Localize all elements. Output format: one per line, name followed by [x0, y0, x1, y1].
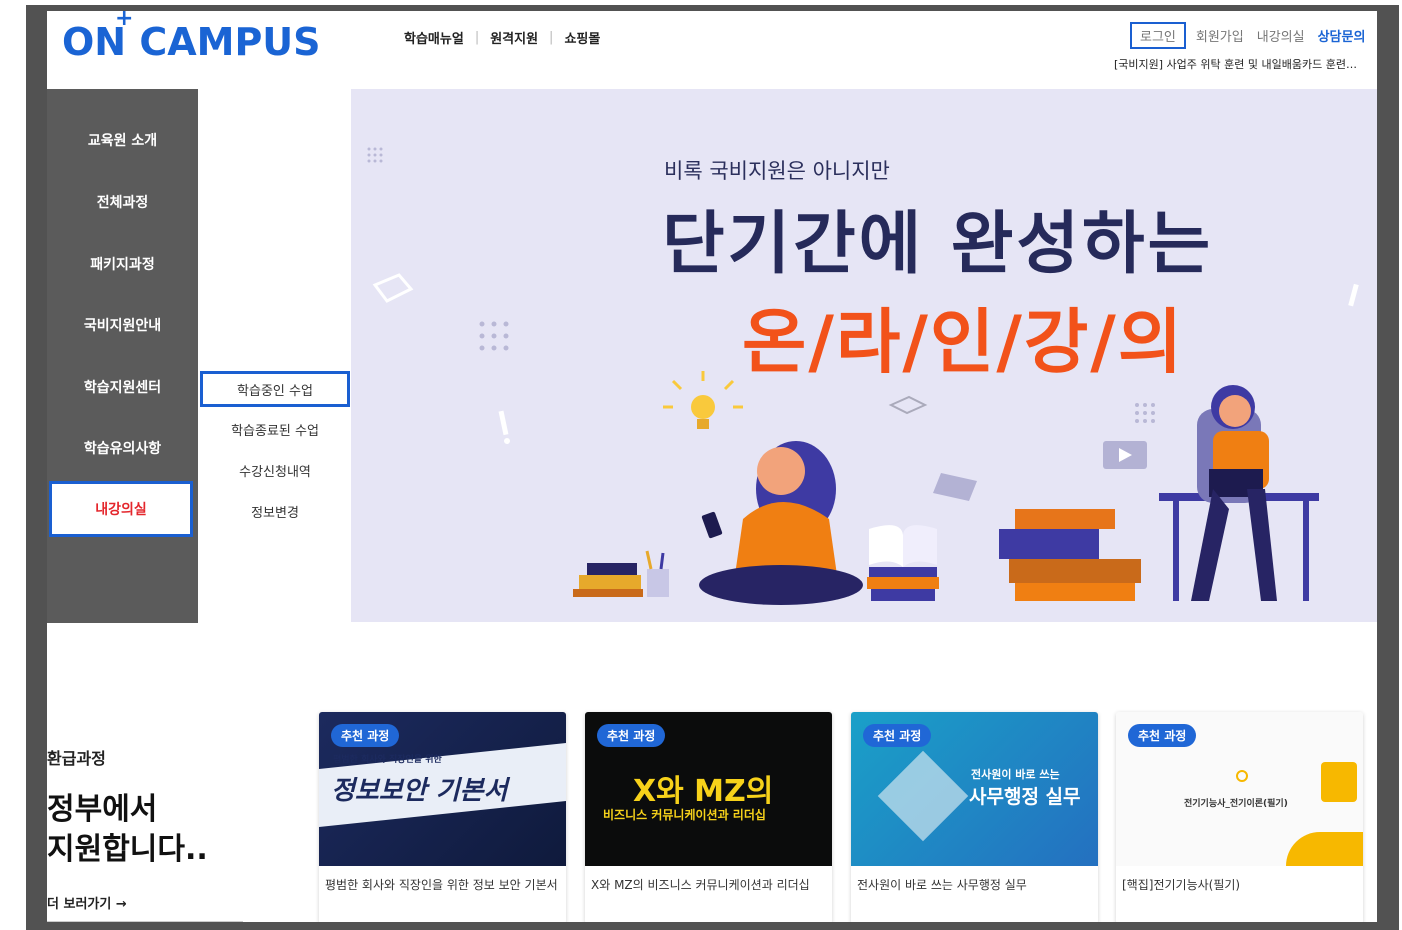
signup-link[interactable]: 회원가입 [1196, 26, 1244, 45]
frame-border-right [1377, 5, 1399, 930]
course-card[interactable]: 평범한 회사와 직장인을 위한 정보보안 기본서 추천 과정 평범한 회사와 직… [319, 712, 566, 924]
course-title: X와 MZ의 비즈니스 커뮤니케이션과 리더십 [591, 878, 810, 892]
sidebar-item-my-classroom[interactable]: 내강의실 [49, 481, 193, 537]
course-card[interactable]: 전사원이 바로 쓰는 사무행정 실무 추천 과정 전사원이 바로 쓰는 사무행정… [851, 712, 1098, 924]
nav-remote-support-link[interactable]: 원격지원 [490, 28, 538, 47]
consult-link[interactable]: 상담문의 [1318, 26, 1366, 45]
frame-border-bottom [26, 922, 1399, 930]
notice-ticker[interactable]: [국비지원] 사업주 위탁 훈련 및 내일배움카드 훈련… [1114, 56, 1357, 72]
thumb-text-2: 정보보안 기본서 [331, 776, 508, 806]
sidebar: 교육원 소개 전체과정 패키지과정 국비지원안내 학습지원센터 학습유의사항 내… [47, 89, 198, 623]
nav-manual-link[interactable]: 학습매뉴얼 [404, 28, 464, 47]
thumb-text-1: X와 MZ의 [633, 774, 774, 809]
login-button[interactable]: 로그인 [1130, 22, 1186, 49]
thumb-text-2: 사무행정 실무 [969, 786, 1081, 808]
submenu-item-in-progress[interactable]: 학습중인 수업 [200, 371, 350, 407]
page: ON CAMPUS + 학습매뉴얼 | 원격지원 | 쇼핑몰 로그인 회원가입 … [0, 0, 1402, 930]
promo-headline: 정부에서 지원합니다.. [47, 790, 208, 870]
sidebar-item-all-courses[interactable]: 전체과정 [47, 182, 198, 222]
banner-highlight: 온/라/인/강/의 [742, 301, 1185, 383]
promo-headline-line1: 정부에서 [47, 792, 158, 827]
my-classroom-link[interactable]: 내강의실 [1257, 26, 1305, 45]
oncampus-logo[interactable]: ON CAMPUS + [62, 6, 321, 64]
banner-title: 단기간에 완성하는 [662, 205, 1214, 284]
submenu-item-edit-info[interactable]: 정보변경 [200, 493, 350, 529]
thumb-text-1: 전기기능사_전기이론(필기) [1184, 799, 1288, 809]
sidebar-item-notes[interactable]: 학습유의사항 [47, 428, 198, 468]
promo-category: 환급과정 [47, 749, 106, 768]
submenu-item-completed[interactable]: 학습종료된 수업 [200, 411, 350, 447]
util-nav: 로그인 회원가입 내강의실 상담문의 [1130, 22, 1365, 49]
thumb-text-1: 평범한 회사와 직장인을 위한 [333, 755, 442, 765]
sidebar-item-learning-center[interactable]: 학습지원센터 [47, 367, 198, 407]
sidebar-item-packages[interactable]: 패키지과정 [47, 244, 198, 284]
nav-separator: | [549, 30, 554, 45]
logo-text: ON CAMPUS [62, 20, 321, 64]
recommended-badge: 추천 과정 [597, 724, 666, 747]
course-title: 전사원이 바로 쓰는 사무행정 실무 [857, 878, 1027, 892]
top-nav: 학습매뉴얼 | 원격지원 | 쇼핑몰 [404, 28, 600, 47]
thumb-text-1: 전사원이 바로 쓰는 [971, 768, 1060, 781]
see-more-link[interactable]: 더 보러가기 → [47, 893, 127, 912]
recommended-badge: 추천 과정 [331, 724, 400, 747]
course-title: [핵집]전기기능사(필기) [1122, 878, 1241, 892]
frame-border-top [26, 5, 1399, 11]
submenu-item-enrollment-history[interactable]: 수강신청내역 [200, 452, 350, 488]
nav-separator: | [474, 30, 480, 45]
promo-headline-line2: 지원합니다.. [47, 832, 208, 867]
recommended-badge: 추천 과정 [863, 724, 932, 747]
sidebar-item-gov-support[interactable]: 국비지원안내 [47, 305, 198, 345]
nav-shop-link[interactable]: 쇼핑몰 [564, 28, 600, 47]
recommended-badge: 추천 과정 [1128, 724, 1197, 747]
thumb-text-2: 비즈니스 커뮤니케이션과 리더십 [603, 808, 766, 822]
course-card[interactable]: X와 MZ의 비즈니스 커뮤니케이션과 리더십 추천 과정 X와 MZ의 비즈니… [585, 712, 832, 924]
banner-subtitle: 비록 국비지원은 아니지만 [664, 159, 890, 183]
course-title: 평범한 회사와 직장인을 위한 정보 보안 기본서 [325, 878, 558, 892]
course-card[interactable]: 전기기능사_전기이론(필기) 추천 과정 [핵집]전기기능사(필기) [1116, 712, 1363, 924]
frame-border-left [26, 5, 47, 930]
sidebar-item-about[interactable]: 교육원 소개 [47, 120, 198, 160]
